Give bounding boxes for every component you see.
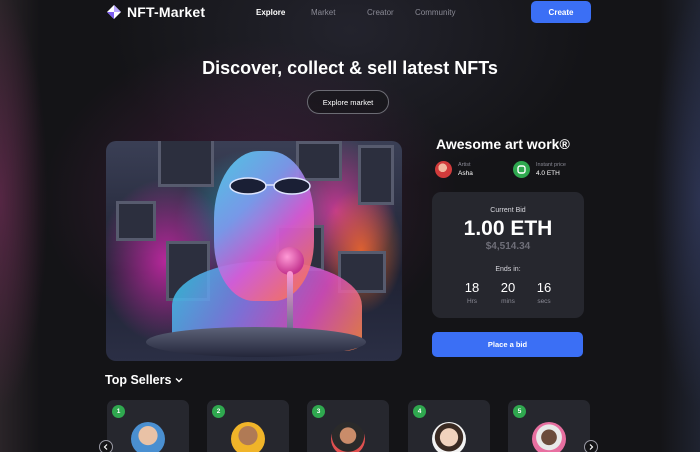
- seller-card[interactable]: 4: [408, 400, 490, 452]
- countdown-seconds-unit: secs: [537, 298, 551, 305]
- seller-card[interactable]: 2: [207, 400, 289, 452]
- countdown-seconds-value: 16: [536, 280, 552, 295]
- sellers-prev-button[interactable]: [99, 440, 113, 452]
- current-bid-usd: $4,514.34: [485, 241, 531, 252]
- current-bid-card: Current Bid 1.00 ETH $4,514.34 Ends in: …: [432, 192, 584, 318]
- chevron-left-icon: [103, 444, 108, 450]
- top-sellers-heading[interactable]: Top Sellers: [105, 373, 183, 387]
- countdown-minutes-value: 20: [500, 280, 516, 295]
- seller-avatar: [331, 422, 365, 452]
- rank-badge: 1: [112, 405, 125, 418]
- nav-link-creator[interactable]: Creator: [367, 8, 394, 17]
- countdown-seconds: 16 secs: [527, 280, 561, 305]
- top-sellers-title: Top Sellers: [105, 373, 172, 387]
- artist-avatar: [435, 161, 452, 178]
- artist-info[interactable]: Artist Asha: [435, 161, 473, 178]
- price-token-icon: [513, 161, 530, 178]
- countdown-minutes-unit: mins: [501, 298, 515, 305]
- hero-title: Discover, collect & sell latest NFTs: [202, 58, 498, 78]
- countdown-minutes: 20 mins: [491, 280, 525, 305]
- nav-link-community[interactable]: Community: [415, 8, 455, 17]
- ends-in-label: Ends in:: [495, 266, 521, 273]
- chevron-right-icon: [589, 444, 594, 450]
- instant-price-value: 4.0 ETH: [536, 169, 560, 177]
- chevron-down-icon: [175, 378, 183, 383]
- artist-name: Asha: [458, 169, 473, 177]
- place-bid-button[interactable]: Place a bid: [432, 332, 583, 357]
- current-bid-amount: 1.00 ETH: [463, 217, 553, 240]
- top-nav: NFT-Market Explore Market Creator Commun…: [0, 0, 700, 26]
- rank-badge: 2: [212, 405, 225, 418]
- wall-frame: [116, 201, 156, 241]
- wall-frame: [158, 141, 214, 187]
- seller-avatar: [432, 422, 466, 452]
- nav-link-explore[interactable]: Explore: [256, 8, 285, 17]
- seller-card[interactable]: 1: [107, 400, 189, 452]
- brand-name: NFT-Market: [127, 4, 206, 20]
- current-bid-label: Current Bid: [490, 207, 526, 214]
- rank-badge: 5: [513, 405, 526, 418]
- instant-price-info: Instant price 4.0 ETH: [513, 161, 566, 178]
- pedestal: [146, 327, 366, 357]
- nav-link-market[interactable]: Market: [311, 8, 335, 17]
- brand-logo[interactable]: NFT-Market: [107, 4, 205, 20]
- countdown-hours-value: 18: [464, 280, 480, 295]
- seller-avatar: [532, 422, 566, 452]
- instant-price-label: Instant price: [536, 161, 566, 168]
- page: NFT-Market Explore Market Creator Commun…: [0, 0, 700, 452]
- rank-badge: 3: [312, 405, 325, 418]
- artist-label: Artist: [458, 161, 471, 168]
- featured-artwork-image[interactable]: [106, 141, 402, 361]
- sellers-next-button[interactable]: [584, 440, 598, 452]
- bust-head: [214, 151, 314, 301]
- countdown-hours-unit: Hrs: [466, 298, 478, 305]
- microphone-stand: [287, 271, 293, 331]
- countdown-hours: 18 Hrs: [455, 280, 489, 305]
- wall-frame: [358, 145, 394, 205]
- artwork-title: Awesome art work®: [436, 136, 570, 152]
- seller-avatar: [131, 422, 165, 452]
- seller-avatar: [231, 422, 265, 452]
- create-button[interactable]: Create: [531, 1, 591, 23]
- sunglasses-icon: [229, 177, 311, 195]
- seller-card[interactable]: 3: [307, 400, 389, 452]
- rank-badge: 4: [413, 405, 426, 418]
- explore-market-button[interactable]: Explore market: [307, 90, 389, 114]
- seller-card[interactable]: 5: [508, 400, 590, 452]
- diamond-logo-icon: [107, 5, 121, 19]
